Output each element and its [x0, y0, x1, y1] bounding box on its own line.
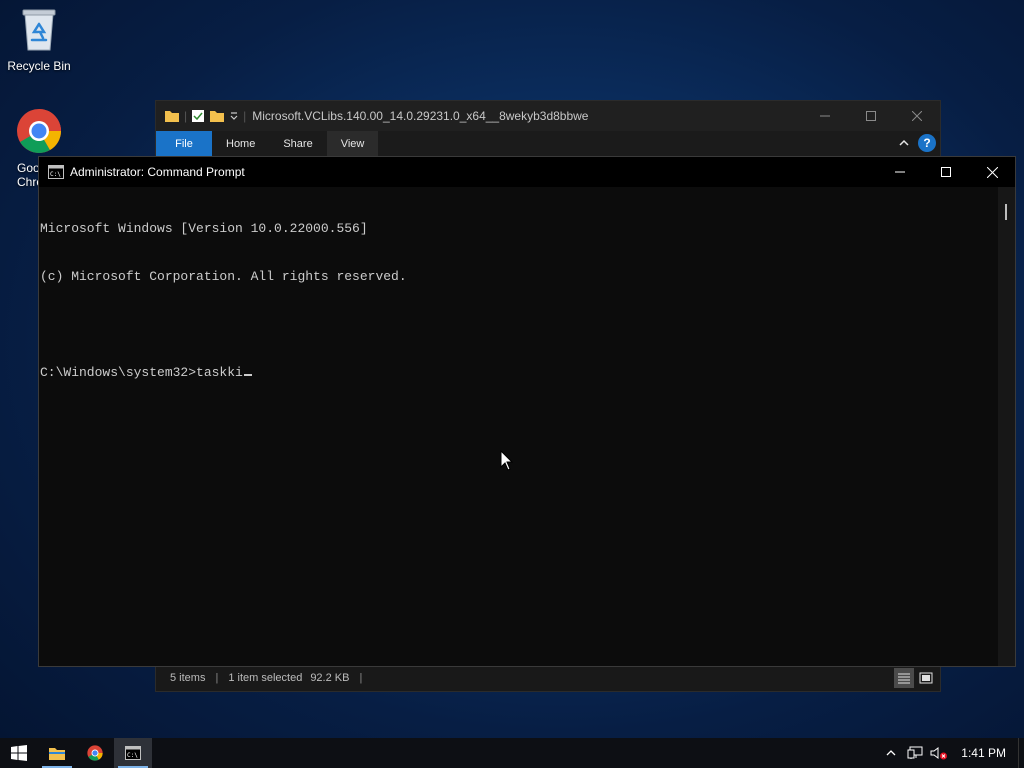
clock[interactable]: 1:41 PM [951, 746, 1018, 760]
system-tray: 1:41 PM [879, 738, 1024, 768]
mouse-pointer-icon [500, 450, 514, 471]
ribbon-tabs: File Home Share View ? [156, 130, 940, 157]
command-prompt-window[interactable]: C:\ Administrator: Command Prompt Micros… [38, 156, 1016, 667]
details-view-icon [898, 673, 910, 684]
large-icons-view-icon [919, 672, 933, 684]
explorer-status-bar: 5 items | 1 item selected 92.2 KB | [156, 665, 940, 691]
minimize-button[interactable] [802, 101, 848, 131]
chevron-down-icon[interactable] [229, 111, 239, 121]
close-button[interactable] [894, 101, 940, 131]
taskbar-chrome[interactable] [76, 738, 114, 768]
console-line: Microsoft Windows [Version 10.0.22000.55… [40, 221, 368, 236]
maximize-icon [866, 111, 876, 121]
tab-home[interactable]: Home [212, 131, 269, 157]
text-cursor [243, 374, 252, 376]
windows-logo-icon [11, 745, 27, 761]
console-input-line[interactable]: C:\Windows\system32>taskki [40, 365, 998, 381]
cmd-title: Administrator: Command Prompt [70, 165, 245, 179]
details-view-button[interactable] [894, 668, 914, 688]
recycle-bin-icon [22, 9, 56, 51]
quick-access-toolbar: | | [156, 109, 246, 123]
maximize-button[interactable] [923, 157, 969, 187]
desktop-icon-recycle-bin[interactable]: Recycle Bin [1, 6, 77, 73]
properties-icon[interactable] [191, 109, 205, 123]
chevron-up-icon [886, 750, 896, 756]
taskbar-command-prompt[interactable]: C:\ [114, 738, 152, 768]
chevron-up-icon[interactable] [898, 137, 910, 149]
close-button[interactable] [969, 157, 1015, 187]
status-size: 92.2 KB [310, 672, 350, 684]
console-output[interactable]: Microsoft Windows [Version 10.0.22000.55… [39, 187, 998, 666]
svg-text:C:\: C:\ [50, 171, 61, 178]
close-icon [912, 111, 922, 121]
cmd-titlebar[interactable]: C:\ Administrator: Command Prompt [39, 157, 1015, 187]
show-desktop-button[interactable] [1018, 738, 1024, 768]
explorer-title: Microsoft.VCLibs.140.00_14.0.29231.0_x64… [252, 109, 589, 123]
maximize-button[interactable] [848, 101, 894, 131]
volume-button[interactable] [927, 738, 951, 768]
minimize-icon [820, 115, 830, 117]
explorer-window-controls [802, 101, 940, 131]
vertical-scrollbar[interactable] [998, 187, 1015, 666]
new-folder-icon[interactable] [209, 109, 225, 123]
taskbar: C:\ 1:41 PM [0, 738, 1024, 768]
tab-file[interactable]: File [156, 130, 212, 157]
tab-view[interactable]: View [326, 130, 379, 157]
svg-text:C:\: C:\ [127, 752, 138, 759]
cmd-window-controls [877, 157, 1015, 187]
start-button[interactable] [0, 738, 38, 768]
minimize-button[interactable] [877, 157, 923, 187]
help-button[interactable]: ? [918, 134, 936, 152]
volume-muted-icon [930, 747, 948, 760]
network-button[interactable] [903, 738, 927, 768]
chrome-icon [17, 109, 61, 153]
status-item-count: 5 items [170, 672, 206, 684]
tab-share[interactable]: Share [269, 131, 326, 157]
chrome-icon [87, 745, 103, 761]
maximize-icon [941, 167, 951, 177]
close-icon [986, 166, 998, 178]
taskbar-file-explorer[interactable] [38, 738, 76, 768]
network-icon [907, 746, 923, 759]
divider: | [215, 672, 219, 684]
show-hidden-icons-button[interactable] [879, 738, 903, 768]
large-icons-view-button[interactable] [916, 668, 936, 688]
console-line: (c) Microsoft Corporation. All rights re… [40, 269, 407, 284]
cmd-icon: C:\ [48, 165, 64, 179]
divider: | [359, 672, 363, 684]
folder-icon [49, 747, 65, 760]
cmd-icon: C:\ [125, 746, 141, 760]
view-toggles [894, 668, 936, 688]
explorer-titlebar[interactable]: | | Microsoft.VCLibs.140.00_14.0.29231.0… [156, 101, 940, 131]
folder-icon [165, 111, 179, 122]
scrollbar-thumb[interactable] [1005, 204, 1007, 220]
divider: | [243, 109, 247, 123]
divider: | [184, 109, 188, 123]
minimize-icon [895, 171, 905, 173]
ribbon-right-controls: ? [898, 134, 936, 152]
status-selected: 1 item selected [228, 672, 303, 684]
desktop-icon-label: Recycle Bin [7, 59, 71, 73]
console-prompt-text: C:\Windows\system32>taskki [40, 365, 243, 380]
